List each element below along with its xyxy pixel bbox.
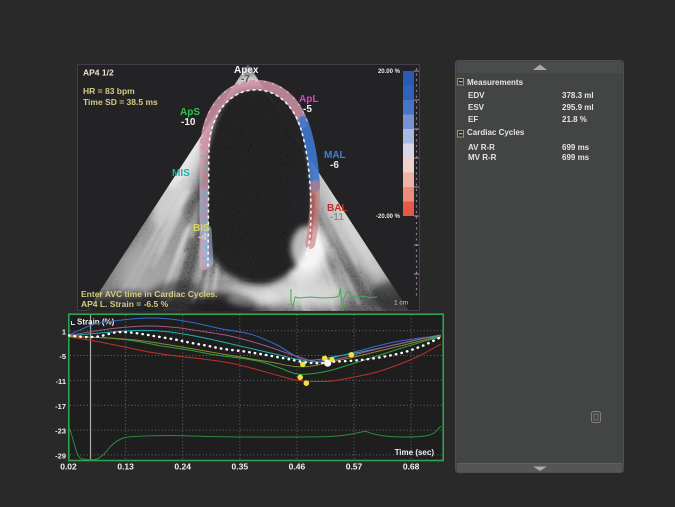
svg-text:0.24: 0.24 <box>174 462 191 472</box>
svg-text:AP4 L. Strain = -6.5 %: AP4 L. Strain = -6.5 % <box>81 299 169 309</box>
svg-text:-23: -23 <box>55 427 66 436</box>
svg-text:Measurements: Measurements <box>467 78 524 87</box>
svg-text:20.00 %: 20.00 % <box>378 69 401 75</box>
svg-text:MV R-R: MV R-R <box>468 153 497 162</box>
svg-text:1 cm: 1 cm <box>394 300 408 307</box>
svg-text:-5: -5 <box>59 352 66 361</box>
svg-text:699 ms: 699 ms <box>562 153 590 162</box>
svg-text:ESV: ESV <box>468 103 485 112</box>
svg-text:0.57: 0.57 <box>346 462 363 472</box>
svg-text:-10: -10 <box>181 117 196 128</box>
svg-text:378.3 ml: 378.3 ml <box>562 91 594 100</box>
svg-text:AV R-R: AV R-R <box>468 143 495 152</box>
svg-text:0.02: 0.02 <box>60 462 77 472</box>
svg-text:21.8 %: 21.8 % <box>562 115 587 124</box>
svg-text:Strain (%): Strain (%) <box>77 318 115 327</box>
svg-text:-29: -29 <box>55 452 66 461</box>
svg-text:-6: -6 <box>177 178 186 189</box>
svg-text:Time (sec): Time (sec) <box>395 448 435 457</box>
svg-text:Time SD = 38.5 ms: Time SD = 38.5 ms <box>83 97 158 107</box>
svg-text:HR = 83 bpm: HR = 83 bpm <box>83 86 135 96</box>
svg-text:AP4 1/2: AP4 1/2 <box>83 68 114 78</box>
svg-text:0.68: 0.68 <box>403 462 420 472</box>
svg-text:295.9 ml: 295.9 ml <box>562 103 594 112</box>
svg-text:0.46: 0.46 <box>289 462 306 472</box>
svg-text:-11: -11 <box>330 212 344 223</box>
svg-text:-6: -6 <box>330 160 339 171</box>
svg-text:1: 1 <box>62 327 66 336</box>
svg-text:EDV: EDV <box>468 91 485 100</box>
svg-text:699 ms: 699 ms <box>562 143 590 152</box>
svg-text:Enter AVC time in Cardiac Cycl: Enter AVC time in Cardiac Cycles. <box>81 289 218 299</box>
svg-text:Cardiac Cycles: Cardiac Cycles <box>467 128 525 137</box>
svg-text:EF: EF <box>468 115 478 124</box>
svg-text:-11: -11 <box>56 377 66 386</box>
svg-text:-4: -4 <box>198 232 207 243</box>
svg-text:-20.00 %: -20.00 % <box>376 214 401 220</box>
svg-text:-5: -5 <box>303 104 312 115</box>
svg-text:-7: -7 <box>241 74 250 85</box>
svg-text:-17: -17 <box>55 402 66 411</box>
svg-text:0.13: 0.13 <box>117 462 134 472</box>
svg-text:0.35: 0.35 <box>232 462 249 472</box>
